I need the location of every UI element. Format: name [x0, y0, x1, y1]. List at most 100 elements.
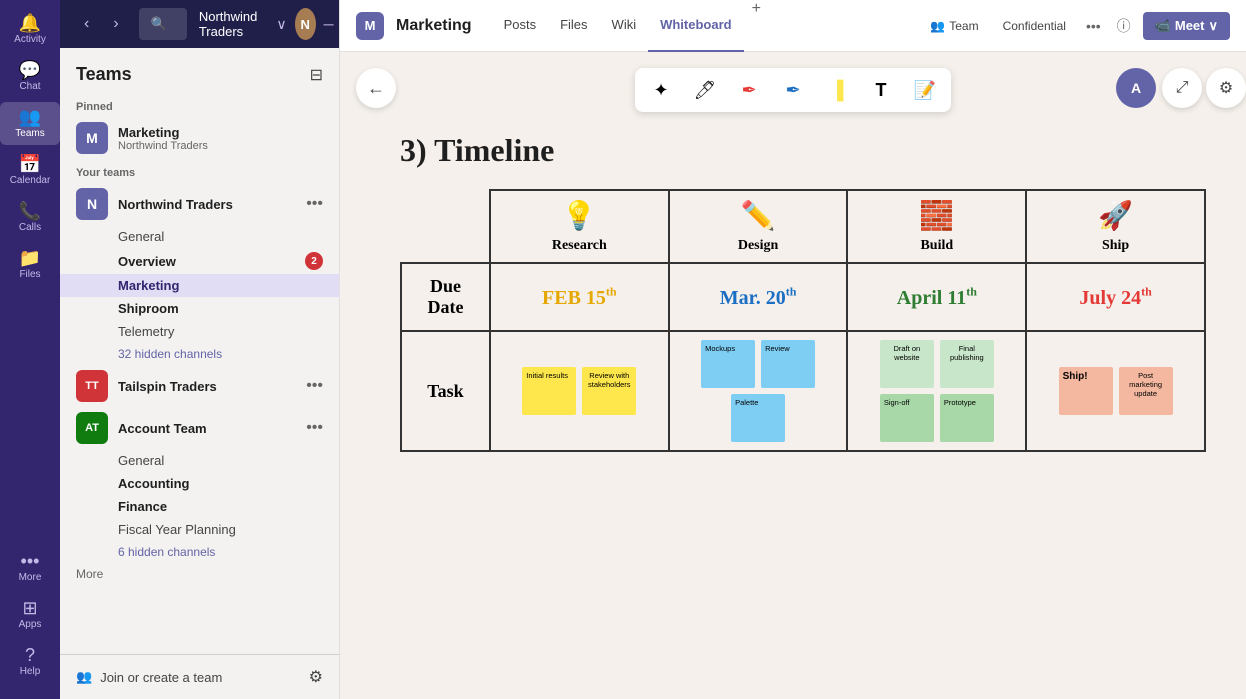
more-link[interactable]: More: [60, 563, 339, 585]
due-date-design: Mar. 20th: [669, 263, 848, 331]
pinned-marketing[interactable]: M Marketing Northwind Traders: [60, 117, 339, 159]
channel-logo: M: [356, 12, 384, 40]
tab-files[interactable]: Files: [548, 0, 599, 52]
activity-icon: 🔔: [19, 14, 41, 32]
channel-overview[interactable]: Overview 2: [60, 248, 339, 274]
wb-cursor-tool[interactable]: ✦: [643, 72, 679, 108]
meet-icon: 📹: [1155, 18, 1171, 34]
pinned-marketing-info: Marketing Northwind Traders: [118, 125, 208, 152]
tab-wiki[interactable]: Wiki: [600, 0, 649, 52]
channel-general-nw-label: General: [118, 229, 164, 244]
nav-item-apps[interactable]: ⊞ Apps: [15, 593, 46, 636]
search-bar[interactable]: 🔍: [139, 8, 187, 40]
channel-marketing[interactable]: Marketing: [60, 274, 339, 297]
channel-shiproom[interactable]: Shiproom: [60, 297, 339, 320]
col-build: 🧱 Build: [847, 190, 1026, 263]
channel-telemetry[interactable]: Telemetry: [60, 320, 339, 343]
channel-fiscal[interactable]: Fiscal Year Planning: [60, 518, 339, 541]
sticky-review: Review: [761, 340, 815, 388]
team-northwind-more[interactable]: •••: [306, 195, 323, 213]
pinned-label: Pinned: [60, 93, 339, 117]
channel-general-at[interactable]: General: [60, 449, 339, 472]
join-team-btn[interactable]: 👥 Join or create a team: [76, 669, 222, 685]
ellipsis-icon[interactable]: •••: [1082, 14, 1105, 38]
info-icon[interactable]: ⓘ: [1113, 12, 1135, 40]
channel-telemetry-label: Telemetry: [118, 324, 174, 339]
research-stickies: Initial results Review with stakeholders: [499, 367, 660, 415]
design-icon: ✏️: [678, 199, 839, 232]
due-date-research: FEB 15th: [490, 263, 669, 331]
nav-item-calls[interactable]: 📞 Calls: [0, 196, 60, 239]
sticky-post-marketing: Post marketing update: [1119, 367, 1173, 415]
due-date-build: April 11th: [847, 263, 1026, 331]
hidden-channels-at[interactable]: 6 hidden channels: [60, 541, 339, 563]
confidential-btn[interactable]: Confidential: [995, 15, 1074, 37]
task-design: Mockups Review Palette: [669, 331, 848, 451]
channel-fiscal-label: Fiscal Year Planning: [118, 522, 236, 537]
team-northwind-avatar: N: [76, 188, 108, 220]
channel-header: M Marketing Posts Files Wiki Whiteboard …: [340, 0, 1246, 52]
channel-finance[interactable]: Finance: [60, 495, 339, 518]
wb-note-tool[interactable]: 📝: [907, 72, 943, 108]
team-tailspin-more[interactable]: •••: [306, 377, 323, 395]
team-tailspin[interactable]: TT Tailspin Traders •••: [60, 365, 339, 407]
channel-general-nw[interactable]: General: [60, 225, 339, 248]
user-name[interactable]: Northwind Traders: [199, 9, 269, 39]
team-account[interactable]: AT Account Team •••: [60, 407, 339, 449]
team-btn[interactable]: 👥 Team: [922, 15, 986, 37]
nav-label-chat: Chat: [19, 81, 40, 92]
sidebar-bottom: 👥 Join or create a team ⚙: [60, 654, 339, 699]
chat-icon: 💬: [19, 61, 41, 79]
task-label: Task: [401, 331, 490, 451]
nav-item-activity[interactable]: 🔔 Activity: [0, 8, 60, 51]
meet-btn[interactable]: 📹 Meet ∨: [1143, 12, 1230, 40]
sticky-mockups: Mockups: [701, 340, 755, 388]
back-button[interactable]: ‹: [76, 11, 97, 37]
calls-icon: 📞: [19, 202, 41, 220]
nav-item-teams[interactable]: 👥 Teams: [0, 102, 60, 145]
wb-share-btn[interactable]: ⤢: [1162, 68, 1202, 108]
avatar-initial: N: [300, 17, 309, 32]
pinned-marketing-avatar: M: [76, 122, 108, 154]
col-design: ✏️ Design: [669, 190, 848, 263]
nav-rail: 🔔 Activity 💬 Chat 👥 Teams 📅 Calendar 📞 C…: [0, 0, 60, 699]
due-date-ship: July 24th: [1026, 263, 1205, 331]
nav-item-files[interactable]: 📁 Files: [0, 243, 60, 286]
wb-pen-tool[interactable]: 🖊: [687, 72, 723, 108]
add-tab-btn[interactable]: +: [744, 0, 769, 52]
nav-item-help[interactable]: ? Help: [15, 640, 46, 683]
wb-settings-btn[interactable]: ⚙: [1206, 68, 1246, 108]
research-icon: 💡: [499, 199, 660, 232]
team-northwind[interactable]: N Northwind Traders •••: [60, 183, 339, 225]
nav-label-files: Files: [19, 269, 40, 280]
wb-text-tool[interactable]: T: [863, 72, 899, 108]
channel-accounting[interactable]: Accounting: [60, 472, 339, 495]
tab-posts[interactable]: Posts: [492, 0, 549, 52]
user-avatar[interactable]: N: [295, 8, 316, 40]
wb-content: 3) Timeline 💡 Research ✏️ Design: [380, 132, 1206, 679]
wb-red-pen-tool[interactable]: ✒: [731, 72, 767, 108]
nav-label-more: More: [19, 572, 42, 583]
nav-label-calendar: Calendar: [10, 175, 51, 186]
forward-button[interactable]: ›: [105, 11, 126, 37]
wb-blue-pen-tool[interactable]: ✒: [775, 72, 811, 108]
col-design-label: Design: [738, 238, 778, 253]
wb-back-btn[interactable]: ←: [356, 68, 396, 108]
sidebar-title: Teams: [76, 64, 132, 85]
team-account-more[interactable]: •••: [306, 419, 323, 437]
confidential-btn-label: Confidential: [1003, 19, 1066, 33]
nav-item-more[interactable]: ••• More: [15, 546, 46, 589]
nav-item-chat[interactable]: 💬 Chat: [0, 55, 60, 98]
chevron-down-icon[interactable]: ∨: [276, 16, 286, 33]
apps-icon: ⊞: [22, 599, 37, 617]
nav-item-calendar[interactable]: 📅 Calendar: [0, 149, 60, 192]
filter-icon[interactable]: ⊟: [310, 65, 323, 85]
tab-whiteboard[interactable]: Whiteboard: [648, 0, 744, 52]
search-icon: 🔍: [151, 16, 167, 32]
wb-highlighter-tool[interactable]: ▐: [819, 72, 855, 108]
settings-icon[interactable]: ⚙: [309, 667, 323, 687]
build-stickies: Draft on website Final publishing Sign-o…: [856, 340, 1017, 442]
wb-user-btn[interactable]: A: [1116, 68, 1156, 108]
hidden-channels-nw[interactable]: 32 hidden channels: [60, 343, 339, 365]
minimize-icon[interactable]: ─: [324, 16, 334, 32]
